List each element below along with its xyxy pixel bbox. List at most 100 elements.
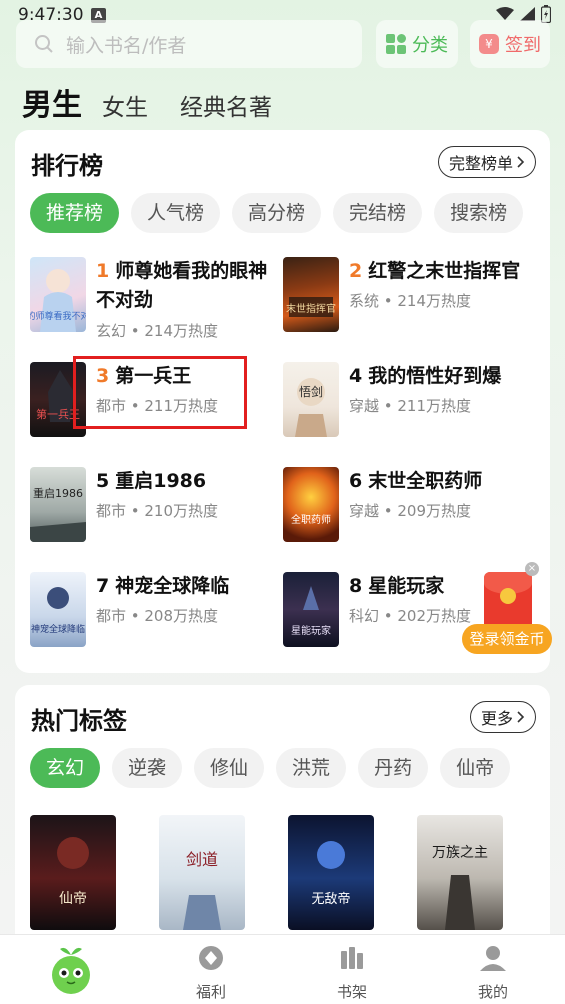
tab-male[interactable]: 男生 (22, 80, 82, 124)
rank-book-6[interactable]: 全职药师 6 末世全职药师 穿越 • 209万热度 (283, 467, 538, 557)
book-title: 1 师尊她看我的眼神不对劲 (96, 257, 281, 315)
book-meta: 都市 • 208万热度 (96, 607, 219, 625)
book-meta: 穿越 • 211万热度 (349, 397, 472, 415)
book-title-text: 神宠全球降临 (115, 575, 230, 597)
book-cover: 星能玩家 (283, 572, 339, 647)
search-placeholder: 输入书名/作者 (66, 34, 187, 57)
nav-welfare[interactable]: 福利 (171, 943, 251, 1002)
book-cover: 重启1986 (30, 467, 86, 542)
tag-honghuang[interactable]: 洪荒 (276, 748, 347, 788)
book-title-text: 我的悟性好到爆 (368, 365, 502, 387)
tab-completed[interactable]: 完结榜 (333, 193, 423, 233)
book-meta: 都市 • 210万热度 (96, 502, 219, 520)
book-meta: 系统 • 214万热度 (349, 292, 472, 310)
ranking-title: 排行榜 (31, 152, 103, 180)
hot-tags-card: 热门标签 更多 玄幻 逆袭 修仙 洪荒 丹药 仙帝 仙帝 剑道 无敌帝 万族之主 (15, 685, 550, 965)
nav-profile[interactable]: 我的 (453, 943, 533, 1002)
rank-number: 7 (96, 575, 110, 597)
book-cover: 第一兵王 (30, 362, 86, 437)
book-title-text: 师尊她看我的眼神不对劲 (96, 260, 268, 311)
more-tags-button[interactable]: 更多 (469, 701, 536, 733)
chevron-right-icon (517, 711, 525, 723)
tab-high-score[interactable]: 高分榜 (232, 193, 322, 233)
rank-book-4[interactable]: 悟剑 4 我的悟性好到爆 穿越 • 211万热度 (283, 362, 538, 452)
ranking-tabs: 推荐榜 人气榜 高分榜 完结榜 搜索榜 (30, 193, 550, 233)
book-meta: 穿越 • 209万热度 (349, 502, 472, 520)
book-title: 7 神宠全球降临 (96, 572, 281, 601)
tab-recommend[interactable]: 推荐榜 (30, 193, 120, 233)
cover-title: 神宠全球降临 (31, 623, 85, 635)
bottom-nav: 福利 书架 我的 (0, 934, 565, 1004)
welfare-icon (199, 946, 223, 970)
rank-number: 3 (96, 365, 110, 387)
cover-title: 无敌帝 (311, 891, 350, 907)
tab-female[interactable]: 女生 (102, 88, 148, 122)
full-ranking-button[interactable]: 完整榜单 (437, 146, 536, 178)
tab-classics[interactable]: 经典名著 (180, 88, 272, 122)
cover-title: 重启1986 (33, 486, 83, 500)
category-label: 分类 (412, 35, 448, 56)
book-title-text: 星能玩家 (368, 575, 445, 597)
tag-xuanhuan[interactable]: 玄幻 (30, 748, 101, 788)
book-title-text: 末世全职药师 (368, 470, 483, 492)
rank-book-3[interactable]: 第一兵王 3 第一兵王 都市 • 211万热度 (30, 362, 285, 452)
book-title-text: 第一兵王 (115, 365, 192, 387)
tab-search[interactable]: 搜索榜 (434, 193, 524, 233)
red-packet-widget[interactable]: × 登录领金币 (462, 562, 552, 658)
bookshelf-icon (341, 947, 363, 969)
tag-list: 玄幻 逆袭 修仙 洪荒 丹药 仙帝 (30, 748, 550, 788)
tag-xiandi[interactable]: 仙帝 (440, 748, 511, 788)
rank-book-7[interactable]: 神宠全球降临 7 神宠全球降临 都市 • 208万热度 (30, 572, 285, 662)
rank-number: 8 (349, 575, 363, 597)
book-title: 3 第一兵王 (96, 362, 281, 391)
book-meta: 科幻 • 202万热度 (349, 607, 472, 625)
rank-number: 2 (349, 260, 363, 282)
nav-welfare-label: 福利 (195, 983, 226, 1001)
chevron-right-icon (517, 156, 525, 168)
hot-tags-title: 热门标签 (31, 707, 127, 735)
search-icon (35, 35, 53, 53)
book-title-text: 重启1986 (115, 470, 207, 492)
nav-bookshelf-label: 书架 (336, 983, 367, 1001)
tag-xiuxian[interactable]: 修仙 (194, 748, 265, 788)
tag-nixi[interactable]: 逆袭 (112, 748, 183, 788)
book-title: 4 我的悟性好到爆 (349, 362, 534, 391)
tag-book-cover-1[interactable]: 仙帝 (30, 815, 116, 930)
category-button[interactable]: 分类 (376, 20, 458, 68)
book-cover: 悟剑 (283, 362, 339, 437)
tag-danyao[interactable]: 丹药 (358, 748, 429, 788)
more-tags-label: 更多 (480, 709, 513, 728)
user-icon (480, 946, 506, 971)
nav-bookshelf[interactable]: 书架 (312, 943, 392, 1002)
home-mascot-icon[interactable] (46, 945, 96, 995)
cover-title: 全职药师 (291, 513, 331, 526)
rank-book-2[interactable]: 末世指挥官 2 红警之末世指挥官 系统 • 214万热度 (283, 257, 538, 347)
rank-number: 5 (96, 470, 110, 492)
rank-number: 1 (96, 260, 110, 282)
rank-book-1[interactable]: 我的师尊看我不对劲 1师尊她看我的眼神不对劲 玄幻 • 214万热度 (30, 257, 285, 347)
rank-number: 6 (349, 470, 363, 492)
book-meta: 玄幻 • 214万热度 (96, 322, 219, 340)
book-title-text: 红警之末世指挥官 (368, 260, 521, 282)
book-cover: 神宠全球降临 (30, 572, 86, 647)
book-cover: 我的师尊看我不对劲 (30, 257, 86, 332)
tag-book-cover-2[interactable]: 剑道 (159, 815, 245, 930)
login-coins-label: 登录领金币 (462, 624, 552, 654)
cover-title: 我的师尊看我不对劲 (30, 310, 86, 322)
cover-title: 第一兵王 (36, 407, 80, 421)
tag-book-cover-4[interactable]: 万族之主 (417, 815, 503, 930)
cover-title: 末世指挥官 (286, 302, 336, 315)
coin-icon (500, 588, 516, 604)
tag-book-cover-3[interactable]: 无敌帝 (288, 815, 374, 930)
book-meta: 都市 • 211万热度 (96, 397, 219, 415)
book-title: 5 重启1986 (96, 467, 281, 496)
book-title: 6 末世全职药师 (349, 467, 534, 496)
signin-button[interactable]: ¥ 签到 (470, 20, 550, 68)
close-icon[interactable]: × (525, 562, 539, 576)
tab-popular[interactable]: 人气榜 (131, 193, 221, 233)
nav-profile-label: 我的 (477, 983, 508, 1001)
grid-icon (386, 34, 406, 54)
gender-tabs: 男生 女生 经典名著 (22, 80, 304, 124)
search-input[interactable]: 输入书名/作者 (16, 20, 362, 68)
rank-book-5[interactable]: 重启1986 5 重启1986 都市 • 210万热度 (30, 467, 285, 557)
